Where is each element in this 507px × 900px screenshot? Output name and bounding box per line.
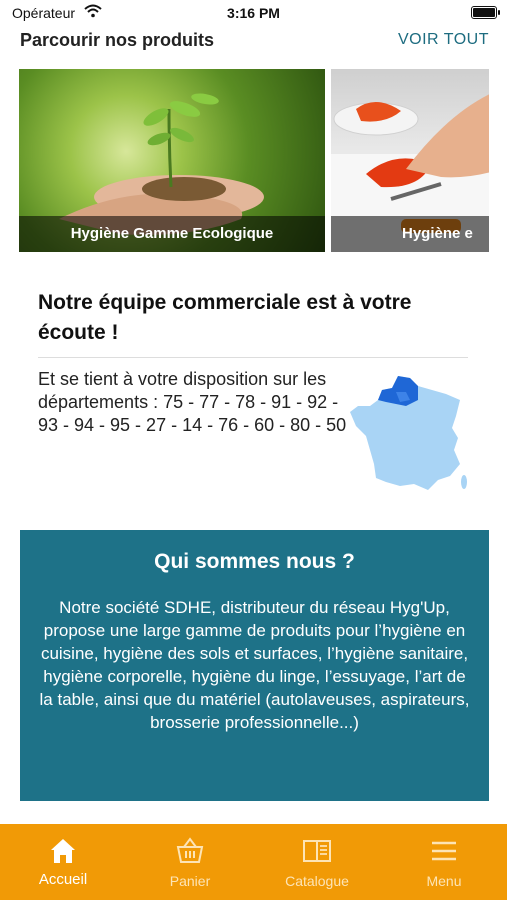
tab-menu[interactable]: Menu xyxy=(381,824,507,900)
browse-section-title: Parcourir nos produits xyxy=(20,30,215,50)
category-card-label: Hygiène Gamme Ecologique xyxy=(19,216,325,252)
france-map-image xyxy=(350,376,467,490)
tab-bar: Accueil Panier Catalogue Menu xyxy=(0,824,507,900)
tab-catalogue[interactable]: Catalogue xyxy=(254,824,380,900)
divider xyxy=(38,357,468,358)
tab-label: Panier xyxy=(169,873,211,889)
tab-label: Catalogue xyxy=(285,873,349,889)
book-icon xyxy=(303,840,331,862)
about-description: Notre société SDHE, distributeur du rése… xyxy=(39,598,470,732)
tab-accueil[interactable]: Accueil xyxy=(0,824,126,900)
basket-icon xyxy=(176,837,204,863)
category-card-hygiene[interactable]: Hygiène e xyxy=(331,69,489,252)
about-section: Qui sommes nous ? Notre société SDHE, di… xyxy=(20,530,489,801)
team-heading: Notre équipe commerciale est à votre éco… xyxy=(38,291,412,344)
menu-icon xyxy=(432,841,456,861)
tab-label: Accueil xyxy=(38,871,88,888)
see-all-link[interactable]: VOIR TOUT xyxy=(398,31,489,49)
tab-panier[interactable]: Panier xyxy=(127,824,253,900)
tab-label: Menu xyxy=(426,873,462,889)
product-carousel[interactable]: Hygiène Gamme Ecologique Hygiène e xyxy=(19,69,489,252)
about-heading: Qui sommes nous ? xyxy=(154,550,355,573)
team-departments-text: Et se tient à votre disposition sur les … xyxy=(38,369,347,435)
home-icon xyxy=(51,839,75,863)
category-card-ecologique[interactable]: Hygiène Gamme Ecologique xyxy=(19,69,325,252)
category-card-label: Hygiène e xyxy=(331,216,489,252)
status-time: 3:16 PM xyxy=(227,5,280,21)
status-bar: Opérateur 3:16 PM xyxy=(0,0,507,26)
battery-icon xyxy=(471,6,500,19)
